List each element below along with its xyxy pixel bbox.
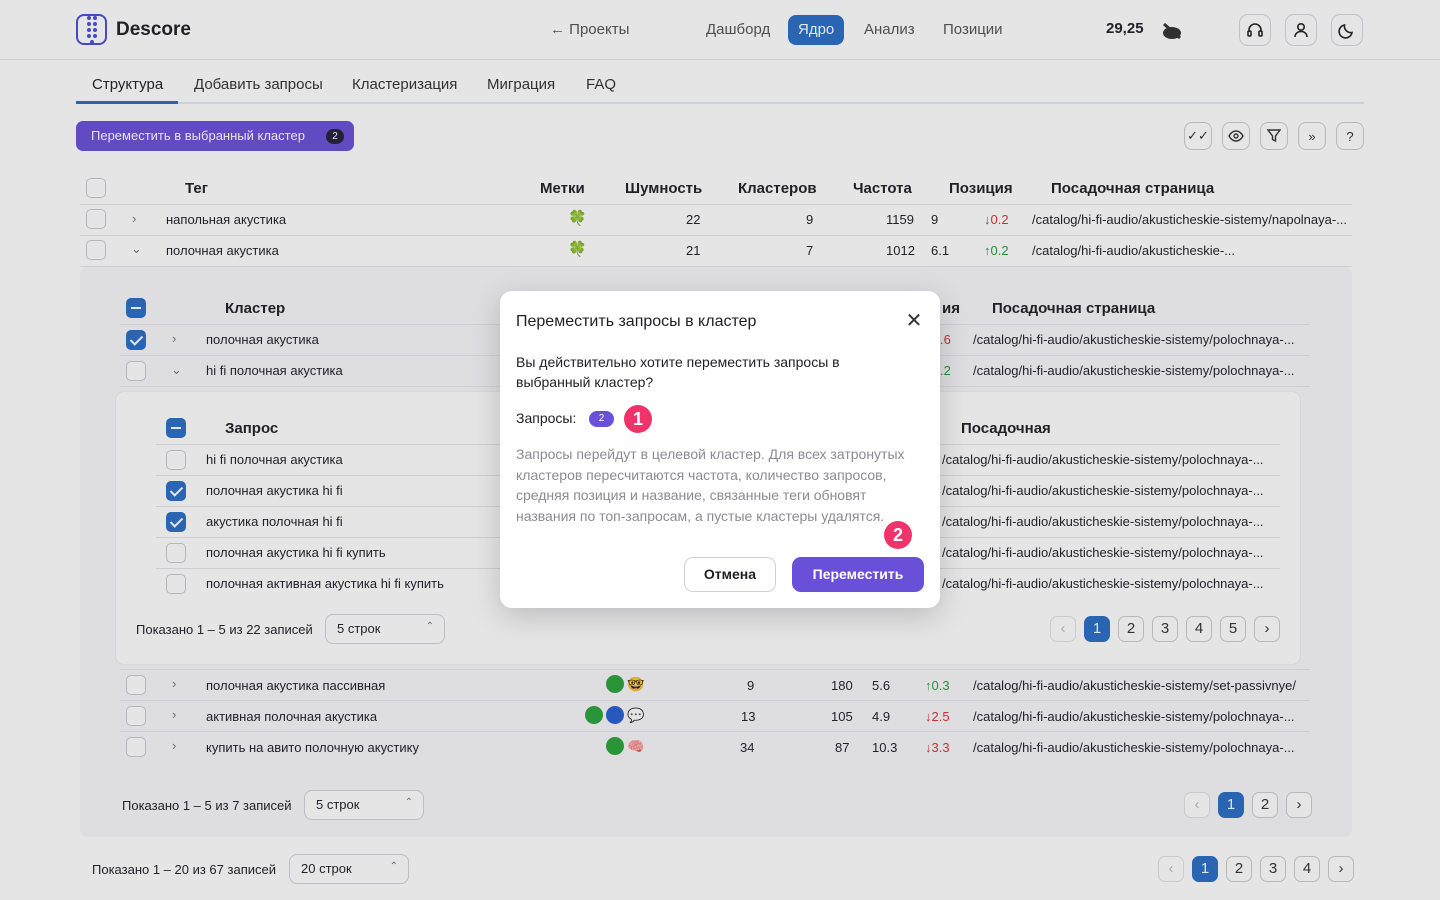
move-queries-dialog: Переместить запросы в кластер ✕ Вы дейст… [500, 291, 940, 608]
cancel-button[interactable]: Отмена [684, 557, 776, 592]
dialog-question: Вы действительно хотите переместить запр… [516, 354, 840, 390]
dialog-title: Переместить запросы в кластер [516, 313, 757, 330]
queries-count-badge: 2 [589, 411, 614, 427]
annotation-marker-1: 1 [624, 405, 652, 433]
close-icon[interactable]: ✕ [904, 311, 924, 331]
annotation-marker-2: 2 [884, 521, 912, 549]
dialog-note: Запросы перейдут в целевой кластер. Для … [516, 446, 905, 524]
queries-label: Запросы: [516, 410, 577, 426]
confirm-move-button[interactable]: Переместить [792, 557, 924, 592]
